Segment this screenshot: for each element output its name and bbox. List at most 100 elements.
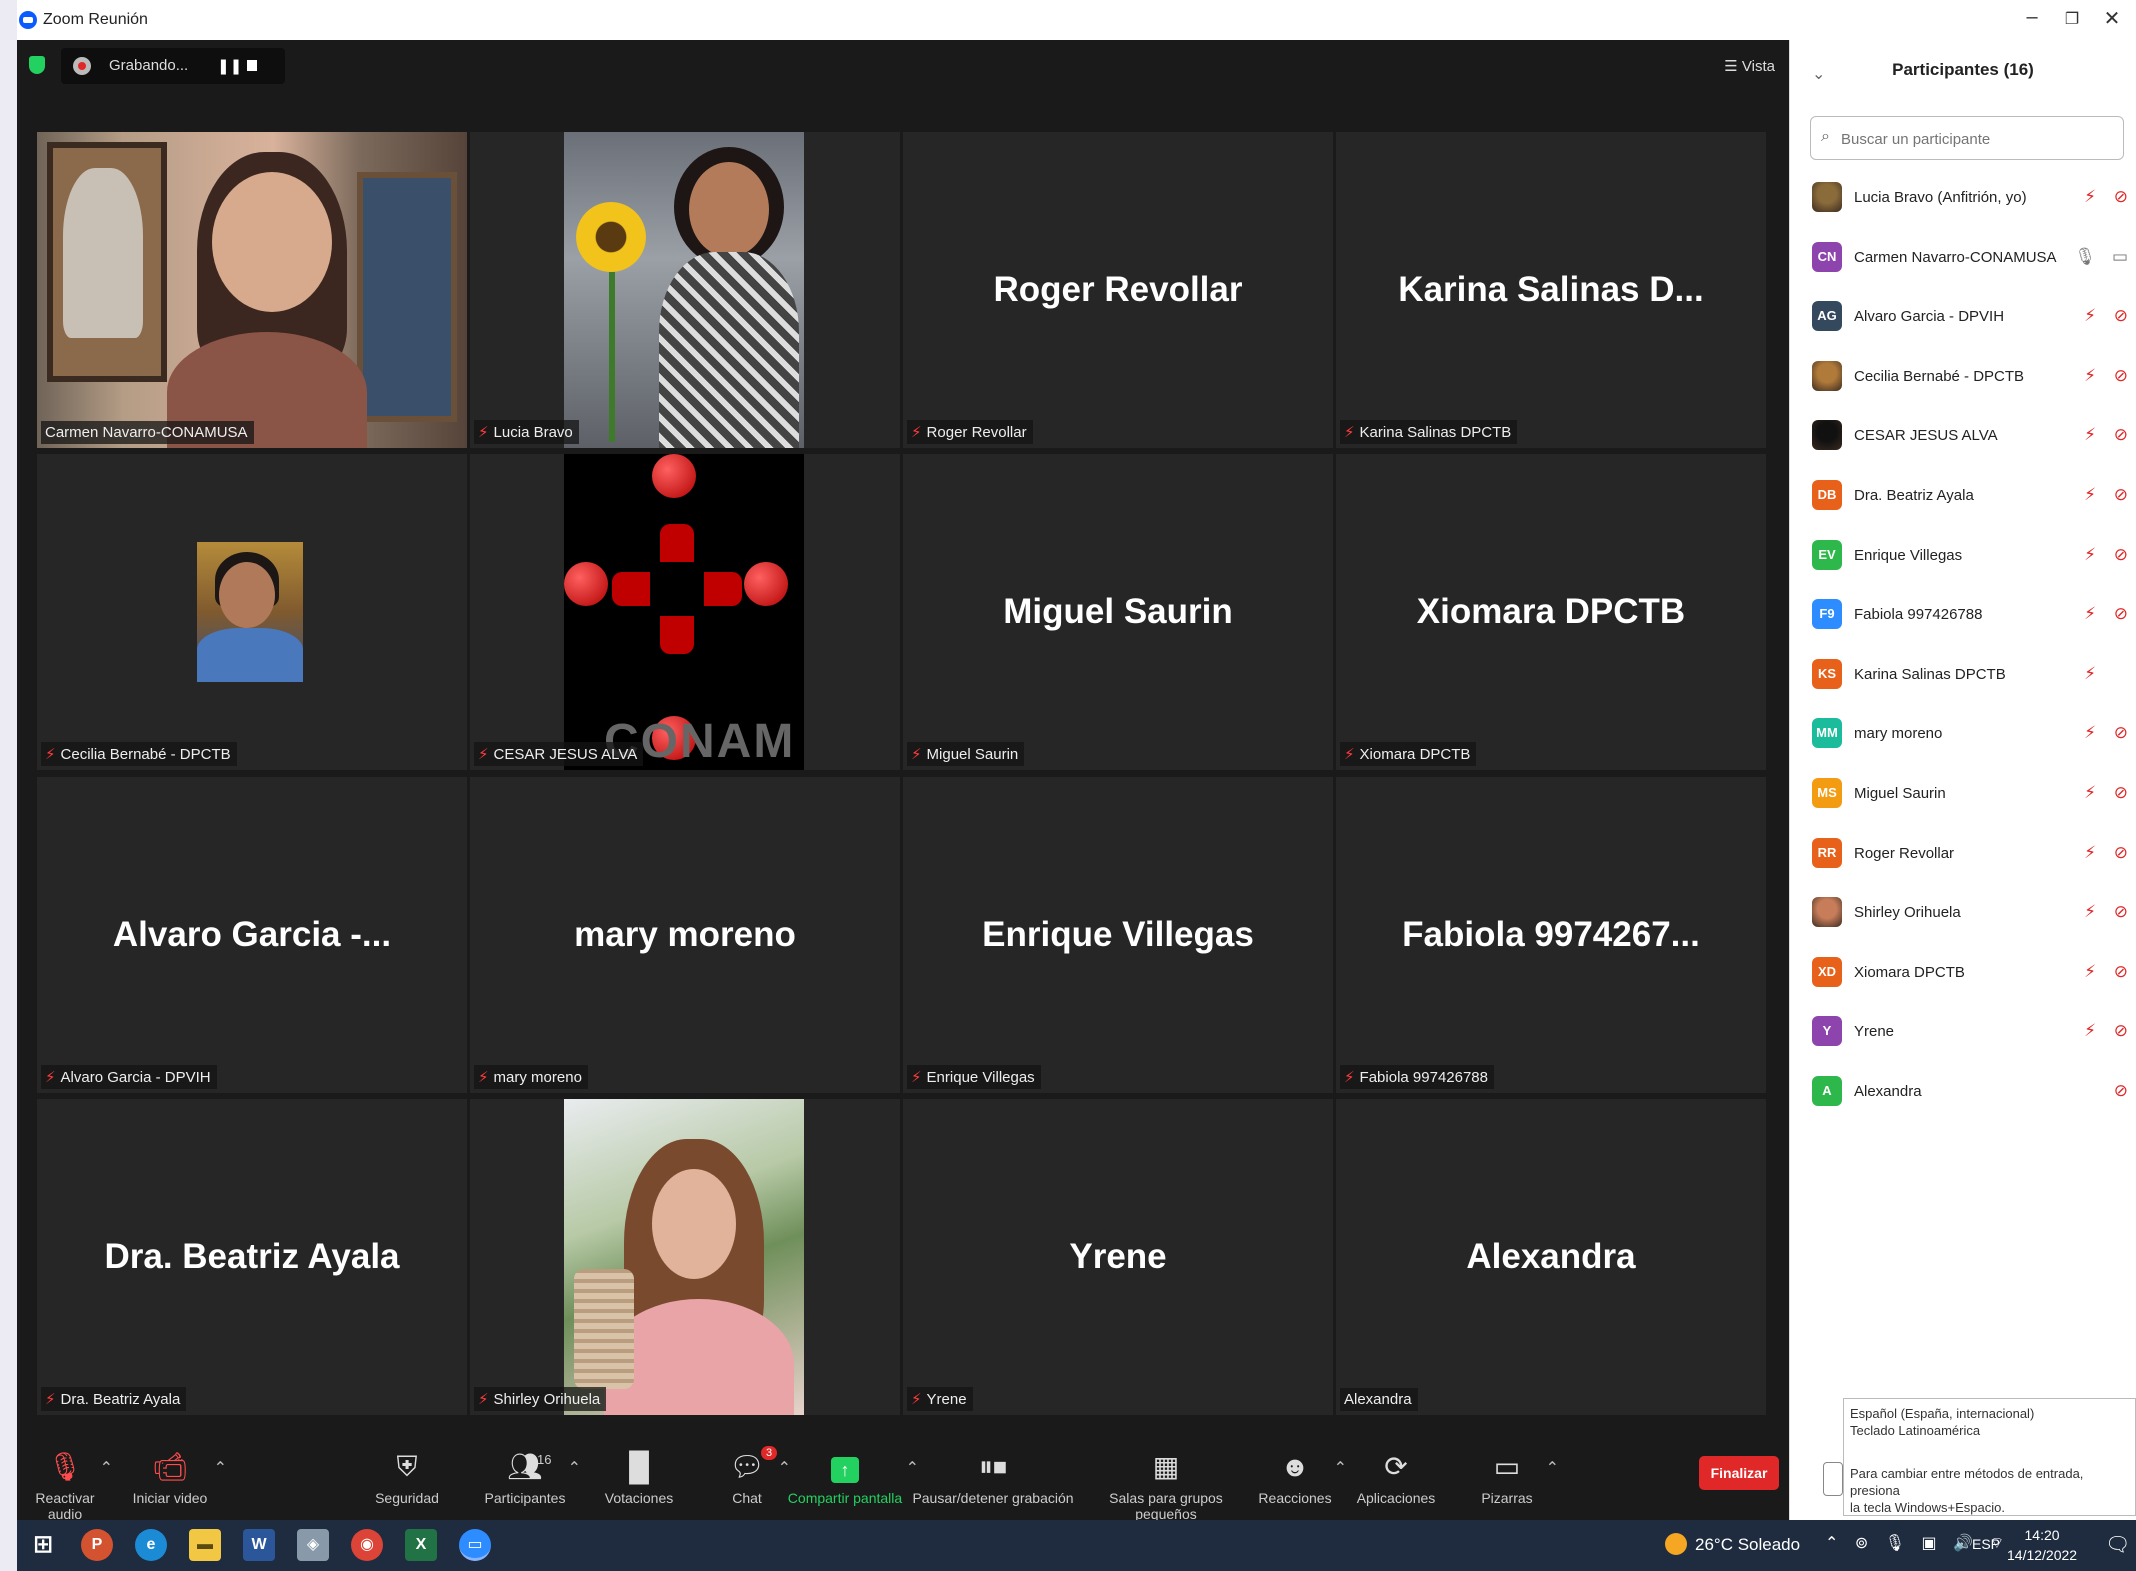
video-off-icon[interactable]: ⊘: [2114, 604, 2128, 624]
close-button[interactable]: ✕: [2097, 6, 2127, 31]
participant-row[interactable]: Cecilia Bernabé - DPCTB ⚡︎ ⊘: [1810, 347, 2134, 407]
muted-microphone-icon[interactable]: ⚡︎: [2084, 783, 2096, 803]
muted-microphone-icon[interactable]: ⚡︎: [2084, 1021, 2096, 1041]
video-off-icon[interactable]: ⊘: [2114, 366, 2128, 386]
video-tile[interactable]: ⚡︎ Cecilia Bernabé - DPCTB: [37, 454, 467, 770]
video-off-icon[interactable]: ⊘: [2114, 545, 2128, 565]
participant-row[interactable]: Y Yrene ⚡︎ ⊘: [1810, 1002, 2134, 1062]
security-button[interactable]: ⛨ Seguridad: [367, 1442, 447, 1506]
pause-stop-recording-button[interactable]: ⏸⏹ Pausar/detener grabación: [911, 1442, 1075, 1506]
restore-button[interactable]: ❐: [2057, 9, 2087, 29]
end-meeting-button[interactable]: Finalizar: [1699, 1456, 1779, 1490]
unmute-button[interactable]: 🎙 Reactivar audio ⌃: [23, 1442, 113, 1522]
video-off-icon[interactable]: ⊘: [2114, 843, 2128, 863]
video-tile[interactable]: Enrique Villegas ⚡︎ Enrique Villegas: [903, 777, 1333, 1093]
polls-button[interactable]: ▐▌ Votaciones: [599, 1442, 679, 1506]
video-tile[interactable]: Alexandra Alexandra: [1336, 1099, 1766, 1415]
search-input[interactable]: [1841, 125, 2111, 153]
muted-microphone-icon[interactable]: ⚡︎: [2084, 545, 2096, 565]
muted-microphone-icon[interactable]: ⚡︎: [2084, 187, 2096, 207]
video-off-icon[interactable]: ⊘: [2114, 425, 2128, 445]
video-off-icon[interactable]: ⊘: [2114, 962, 2128, 982]
video-tile[interactable]: mary moreno ⚡︎ mary moreno: [470, 777, 900, 1093]
zoom-taskbar-icon[interactable]: ▭: [459, 1529, 491, 1561]
video-tile[interactable]: ⚡︎ Lucia Bravo: [470, 132, 900, 448]
chevron-up-icon[interactable]: ⌃: [1334, 1458, 1347, 1478]
word-icon[interactable]: W: [243, 1529, 275, 1561]
video-tile[interactable]: CONAM ⚡︎ CESAR JESUS ALVA: [470, 454, 900, 770]
participant-row[interactable]: DB Dra. Beatriz Ayala ⚡︎ ⊘: [1810, 466, 2134, 526]
chevron-up-icon[interactable]: ⌃: [100, 1458, 113, 1478]
video-tile[interactable]: Alvaro Garcia -... ⚡︎ Alvaro Garcia - DPV…: [37, 777, 467, 1093]
video-tile[interactable]: Fabiola 9974267... ⚡︎ Fabiola 997426788: [1336, 777, 1766, 1093]
minimize-button[interactable]: –: [2017, 6, 2047, 29]
muted-microphone-icon[interactable]: ⚡︎: [2084, 604, 2096, 624]
microphone-icon[interactable]: 🎙: [2074, 247, 2096, 267]
excel-icon[interactable]: X: [405, 1529, 437, 1561]
chat-button[interactable]: 💬︎ 3 Chat ⌃: [717, 1442, 791, 1506]
muted-microphone-icon[interactable]: ⚡︎: [2084, 843, 2096, 863]
participant-row[interactable]: RR Roger Revollar ⚡︎ ⊘: [1810, 824, 2134, 884]
video-off-icon[interactable]: ⊘: [2114, 723, 2128, 743]
video-off-icon[interactable]: ⊘: [2114, 1021, 2128, 1041]
video-icon[interactable]: ▭: [2112, 247, 2128, 267]
ime-indicator[interactable]: [1823, 1462, 1843, 1496]
participant-row[interactable]: AG Alvaro Garcia - DPVIH ⚡︎ ⊘: [1810, 287, 2134, 347]
muted-microphone-icon[interactable]: ⚡︎: [2084, 664, 2096, 684]
powerpoint-icon[interactable]: P: [81, 1529, 113, 1561]
reactions-button[interactable]: ☻ Reacciones ⌃: [1257, 1442, 1347, 1506]
chrome-icon[interactable]: ◉: [351, 1529, 383, 1561]
chevron-up-icon[interactable]: ⌃: [1546, 1458, 1559, 1478]
participant-row[interactable]: CESAR JESUS ALVA ⚡︎ ⊘: [1810, 406, 2134, 466]
share-screen-button[interactable]: ↑ Compartir pantalla ⌃: [785, 1442, 919, 1506]
muted-microphone-icon[interactable]: ⚡︎: [2084, 902, 2096, 922]
video-tile[interactable]: Dra. Beatriz Ayala ⚡︎ Dra. Beatriz Ayala: [37, 1099, 467, 1415]
shield-icon[interactable]: [29, 56, 45, 74]
app-icon[interactable]: ◈: [297, 1529, 329, 1561]
participant-row[interactable]: Shirley Orihuela ⚡︎ ⊘: [1810, 883, 2134, 943]
video-tile[interactable]: Xiomara DPCTB ⚡︎ Xiomara DPCTB: [1336, 454, 1766, 770]
video-tile[interactable]: Karina Salinas D... ⚡︎ Karina Salinas DPC…: [1336, 132, 1766, 448]
video-off-icon[interactable]: ⊘: [2114, 902, 2128, 922]
clock[interactable]: 14:20 14/12/2022: [2007, 1525, 2077, 1565]
whiteboards-button[interactable]: ▭ Pizarras ⌃: [1473, 1442, 1559, 1506]
chevron-up-icon[interactable]: ⌃: [214, 1458, 227, 1478]
muted-microphone-icon[interactable]: ⚡︎: [2084, 485, 2096, 505]
start-video-button[interactable]: 📹︎ Iniciar video ⌃: [127, 1442, 227, 1506]
video-off-icon[interactable]: ⊘: [2114, 783, 2128, 803]
participant-row[interactable]: MM mary moreno ⚡︎ ⊘: [1810, 704, 2134, 764]
participant-row[interactable]: MS Miguel Saurin ⚡︎ ⊘: [1810, 764, 2134, 824]
participant-row[interactable]: F9 Fabiola 997426788 ⚡︎ ⊘: [1810, 585, 2134, 645]
muted-microphone-icon[interactable]: ⚡︎: [2084, 962, 2096, 982]
participant-row[interactable]: XD Xiomara DPCTB ⚡︎ ⊘: [1810, 943, 2134, 1003]
video-off-icon[interactable]: ⊘: [2114, 306, 2128, 326]
muted-microphone-icon[interactable]: ⚡︎: [2084, 723, 2096, 743]
video-off-icon[interactable]: ⊘: [2114, 187, 2128, 207]
participants-button[interactable]: 👥︎ 16 Participantes ⌃: [475, 1442, 581, 1506]
file-explorer-icon[interactable]: ▬: [189, 1529, 221, 1561]
participant-row[interactable]: KS Karina Salinas DPCTB ⚡︎: [1810, 645, 2134, 705]
language-indicator[interactable]: ESP: [1972, 1536, 2000, 1552]
video-off-icon[interactable]: ⊘: [2114, 1081, 2128, 1101]
video-off-icon[interactable]: ⊘: [2114, 485, 2128, 505]
participant-row[interactable]: CN Carmen Navarro-CONAMUSA 🎙 ▭: [1810, 228, 2134, 288]
video-tile[interactable]: Roger Revollar ⚡︎ Roger Revollar: [903, 132, 1333, 448]
edge-icon[interactable]: e: [135, 1529, 167, 1561]
chevron-up-icon[interactable]: ⌃: [568, 1458, 581, 1478]
notifications-icon[interactable]: 🗨: [2105, 1532, 2130, 1557]
video-tile[interactable]: Miguel Saurin ⚡︎ Miguel Saurin: [903, 454, 1333, 770]
participant-row[interactable]: Lucia Bravo (Anfitrión, yo) ⚡︎ ⊘: [1810, 168, 2134, 228]
breakout-rooms-button[interactable]: ▦ Salas para grupos pequeños: [1081, 1442, 1251, 1522]
pause-recording-button[interactable]: ❚❚: [217, 57, 242, 75]
video-tile[interactable]: Carmen Navarro-CONAMUSA: [37, 132, 467, 448]
muted-microphone-icon[interactable]: ⚡︎: [2084, 425, 2096, 445]
video-tile[interactable]: ⚡︎ Shirley Orihuela: [470, 1099, 900, 1415]
video-tile[interactable]: Yrene ⚡︎ Yrene: [903, 1099, 1333, 1415]
weather-widget[interactable]: 26°C Soleado: [1665, 1533, 1800, 1555]
participant-row[interactable]: A Alexandra ⊘: [1810, 1062, 2134, 1122]
participant-row[interactable]: EV Enrique Villegas ⚡︎ ⊘: [1810, 526, 2134, 586]
muted-microphone-icon[interactable]: ⚡︎: [2084, 306, 2096, 326]
participant-search[interactable]: ⌕: [1810, 116, 2124, 160]
apps-button[interactable]: ⟳ Aplicaciones: [1351, 1442, 1441, 1506]
muted-microphone-icon[interactable]: ⚡︎: [2084, 366, 2096, 386]
